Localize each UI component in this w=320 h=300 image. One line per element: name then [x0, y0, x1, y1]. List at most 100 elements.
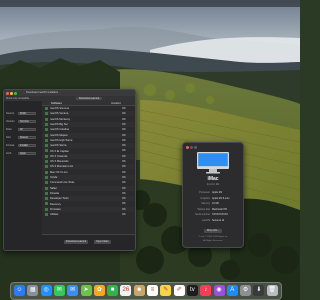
spec-row: Serial number XXXXXXXXXX	[186, 213, 240, 217]
settings-row-select[interactable]: Sonoma	[18, 119, 36, 124]
open-folder-button[interactable]: Open folder	[94, 240, 111, 244]
messages-icon[interactable]: ✉	[53, 285, 65, 296]
notes-icon[interactable]: ✎	[160, 285, 172, 296]
installer-status: OK	[122, 213, 126, 217]
installer-checkbox[interactable]	[45, 144, 48, 148]
spec-value: XXXXXXXXXX	[212, 213, 228, 216]
tv-icon[interactable]: tv	[186, 285, 198, 296]
installer-status: OK	[122, 197, 126, 201]
installer-row[interactable]: Rosetta OK	[42, 191, 135, 196]
contacts-icon[interactable]: ☻	[133, 285, 145, 296]
close-icon[interactable]	[186, 146, 189, 149]
installer-name: macOS Sierra	[50, 144, 67, 148]
photos-icon[interactable]: ✿	[93, 285, 105, 296]
spec-label: Graphics	[200, 196, 210, 200]
settings-row-select[interactable]: Newest	[18, 135, 36, 140]
settings-row-label: Version	[6, 120, 15, 124]
downloader-icon[interactable]: ⬇	[253, 285, 265, 296]
settings-icon[interactable]: ⚙	[240, 285, 252, 296]
installer-checkbox[interactable]	[45, 138, 48, 142]
installer-checkbox[interactable]	[45, 122, 48, 126]
reminders-icon[interactable]: ≡	[147, 285, 158, 296]
calendar-icon[interactable]: 26	[120, 285, 132, 296]
installer-checkbox[interactable]	[45, 202, 48, 206]
installer-row[interactable]: macOS High Sierra OK	[42, 138, 135, 143]
launchpad-icon[interactable]: ▦	[27, 285, 39, 296]
installer-row[interactable]: macOS Mojave OK	[42, 132, 135, 138]
spec-value: Apple M1	[212, 191, 223, 194]
installer-name: Firmware	[50, 207, 61, 211]
column-header-status[interactable]: Installed	[111, 102, 121, 105]
appstore-icon[interactable]: A	[226, 285, 238, 296]
spec-value: Apple M1 8-core	[212, 196, 230, 200]
installer-checkbox[interactable]	[45, 207, 48, 211]
installer-row[interactable]: macOS Monterey OK	[42, 117, 135, 122]
installer-checkbox[interactable]	[45, 117, 48, 121]
installer-row[interactable]: OS X Mountain Lion OK	[42, 164, 135, 170]
installer-row[interactable]: Utilities OK	[42, 212, 135, 217]
installer-row[interactable]: Safari OK	[42, 185, 135, 191]
maps-icon[interactable]: ➤	[80, 285, 92, 296]
installer-row[interactable]: Recovery OK	[42, 201, 135, 206]
installer-row[interactable]: Command Line Tools OK	[42, 180, 135, 185]
column-header-name[interactable]: Software	[51, 102, 62, 105]
installer-name: macOS Catalina	[50, 128, 69, 132]
installer-checkbox[interactable]	[45, 175, 48, 179]
installer-row[interactable]: Developer Tools OK	[42, 196, 135, 202]
about-this-mac-window: iMac 24-inch, M1 Processor Apple M1 Graphi…	[182, 142, 244, 248]
more-info-button[interactable]: More Info...	[204, 229, 222, 233]
installer-name: Command Line Tools	[50, 181, 75, 185]
toolbar-download-button[interactable]: Download selected	[76, 96, 103, 100]
installer-checkbox[interactable]	[45, 170, 48, 174]
settings-row-select[interactable]: Public	[18, 111, 36, 116]
installer-checkbox[interactable]	[45, 165, 48, 169]
trash-icon[interactable]: 🗑	[266, 285, 278, 296]
installer-checkbox[interactable]	[45, 160, 48, 163]
installer-checkbox[interactable]	[45, 128, 48, 132]
dock-glyph: ■	[110, 287, 115, 293]
freeform-icon[interactable]: ✐	[173, 285, 185, 296]
installer-name: OS X Mountain Lion	[50, 165, 74, 169]
installer-checkbox[interactable]	[45, 112, 48, 116]
settings-row-select[interactable]: Installer	[18, 143, 36, 148]
installer-row[interactable]: macOS Sierra OK	[42, 143, 135, 149]
installer-checkbox[interactable]	[45, 107, 48, 110]
installer-name: OS X El Capitan	[50, 149, 69, 153]
music-icon[interactable]: ♪	[200, 285, 212, 296]
minimize-icon[interactable]	[10, 91, 13, 95]
installer-row[interactable]: Xcode OK	[42, 174, 135, 180]
podcasts-icon[interactable]: ◉	[213, 285, 225, 296]
installer-row[interactable]: macOS Sonoma OK	[42, 106, 135, 111]
installer-name: macOS Big Sur	[50, 123, 68, 127]
safari-icon[interactable]: ◎	[40, 285, 52, 296]
installer-checkbox[interactable]	[45, 149, 48, 153]
installer-row[interactable]: Mac OS X Lion OK	[42, 170, 135, 175]
download-selected-button[interactable]: Download selected	[64, 240, 89, 244]
settings-row-select[interactable]: All	[18, 127, 36, 132]
installer-row[interactable]: OS X Mavericks OK	[42, 159, 135, 164]
installer-status: OK	[122, 186, 126, 190]
app-window: Download macOS Installers Show only comp…	[3, 89, 136, 251]
installer-checkbox[interactable]	[45, 181, 48, 185]
mail-icon[interactable]: ✉	[67, 285, 79, 296]
installer-row[interactable]: macOS Big Sur OK	[42, 121, 135, 127]
installer-row[interactable]: OS X El Capitan OK	[42, 148, 135, 153]
installer-row[interactable]: macOS Catalina OK	[42, 127, 135, 132]
compatible-toggle[interactable]: Show only compatible	[6, 97, 29, 100]
installer-checkbox[interactable]	[45, 191, 48, 195]
installer-checkbox[interactable]	[45, 154, 48, 158]
close-icon[interactable]	[6, 91, 9, 95]
installer-checkbox[interactable]	[45, 213, 48, 216]
installer-row[interactable]: Firmware OK	[42, 206, 135, 212]
installer-checkbox[interactable]	[45, 197, 48, 201]
dock-glyph: ▦	[29, 287, 36, 293]
settings-row-select[interactable]: Apple	[18, 151, 36, 156]
zoom-icon[interactable]	[14, 91, 17, 95]
installer-row[interactable]: OS X Yosemite OK	[42, 153, 135, 159]
installer-checkbox[interactable]	[45, 186, 48, 190]
installer-checkbox[interactable]	[45, 133, 48, 137]
facetime-icon[interactable]: ■	[107, 285, 119, 296]
dock-glyph: ✉	[56, 287, 62, 293]
installer-row[interactable]: macOS Ventura OK	[42, 111, 135, 117]
finder-icon[interactable]: ☺	[14, 285, 25, 296]
